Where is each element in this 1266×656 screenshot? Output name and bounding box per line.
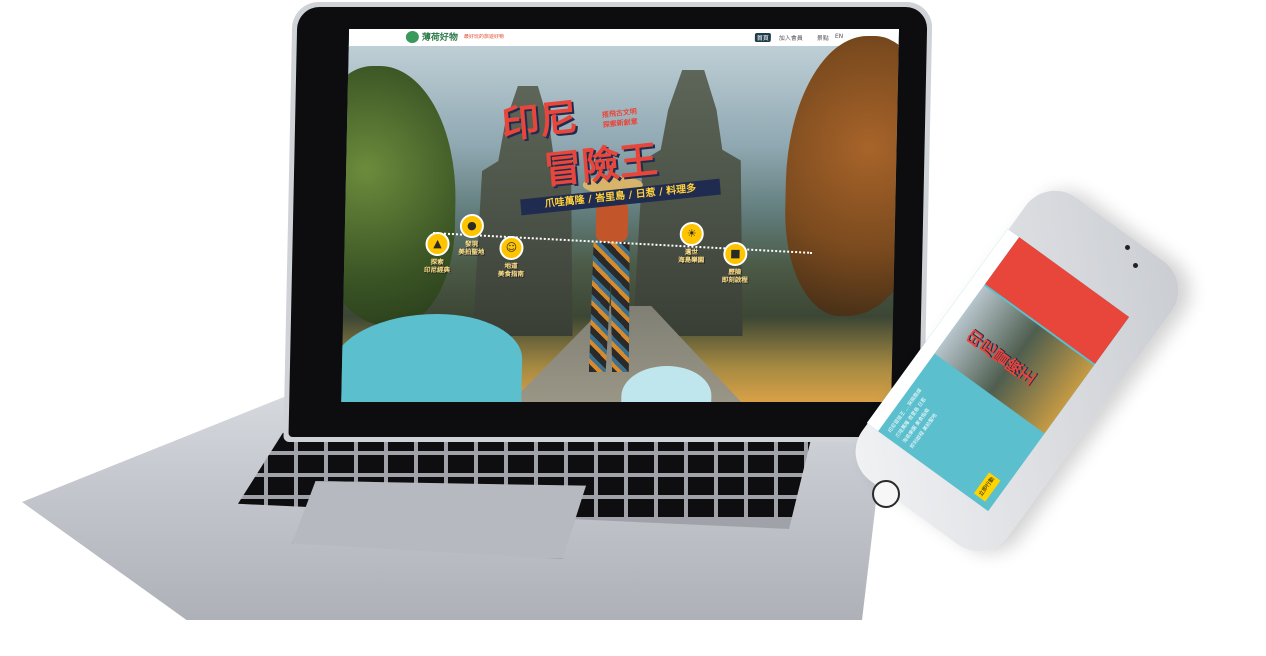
phone-camera-dot — [1125, 245, 1130, 250]
traveler-pants — [589, 242, 632, 372]
phone-body-text: 印尼冒險王 ... 探險路線 爪哇萬隆 峇里島 日惹 海島樂園 美食指南 即刻啟… — [887, 387, 939, 450]
island-icon: ☀ — [679, 222, 704, 246]
laptop-lid: 薄荷好物 最好玩的旅遊好物 首頁 加入會員 景點 EN 印尼 冒險王 搭飛古文明… — [283, 2, 933, 442]
hero-tree-left — [341, 66, 459, 326]
nav-link-home[interactable]: 首頁 — [754, 33, 771, 42]
feature-label: 歷險 即刻啟程 — [721, 268, 748, 284]
feature-food[interactable]: ☺ 地道 美食指南 — [484, 236, 539, 278]
hero-wave-decoration — [341, 314, 524, 402]
smartphone: 印尼冒險王 印尼冒險王 ... 探險路線 爪哇萬隆 峇里島 日惹 海島樂園 美食… — [841, 176, 1193, 566]
nav-link-join[interactable]: 加入會員 — [779, 33, 803, 42]
nav-link-spots[interactable]: 景點 — [817, 33, 829, 42]
food-icon: ☺ — [499, 236, 524, 260]
laptop-screen: 薄荷好物 最好玩的旅遊好物 首頁 加入會員 景點 EN 印尼 冒險王 搭飛古文明… — [341, 29, 900, 402]
site-navbar: 薄荷好物 最好玩的旅遊好物 首頁 加入會員 景點 EN — [348, 29, 900, 47]
phone-cta-button[interactable]: 立即行動 — [973, 472, 1001, 502]
feature-label: 地道 美食指南 — [497, 262, 524, 278]
traveler-backpack — [595, 202, 629, 242]
hero-banner: 印尼 冒險王 搭飛古文明 探索新創意 爪哇萬隆 / 峇里島 / 日惹 / 料理多… — [341, 36, 900, 402]
site-logo-text[interactable]: 薄荷好物 — [422, 30, 458, 43]
brain-logo-icon[interactable] — [405, 31, 420, 43]
nav-link-language[interactable]: EN — [835, 33, 843, 40]
feature-adventure[interactable]: ■ 歷險 即刻啟程 — [708, 242, 763, 284]
phone-home-button[interactable] — [872, 480, 900, 508]
ticket-icon: ■ — [723, 242, 748, 266]
phone-sensor-dot — [1133, 263, 1138, 268]
site-logo-tagline: 最好玩的旅遊好物 — [463, 34, 504, 40]
camera-icon: ● — [459, 214, 485, 238]
feature-label: 探索 印尼經典 — [423, 258, 451, 274]
